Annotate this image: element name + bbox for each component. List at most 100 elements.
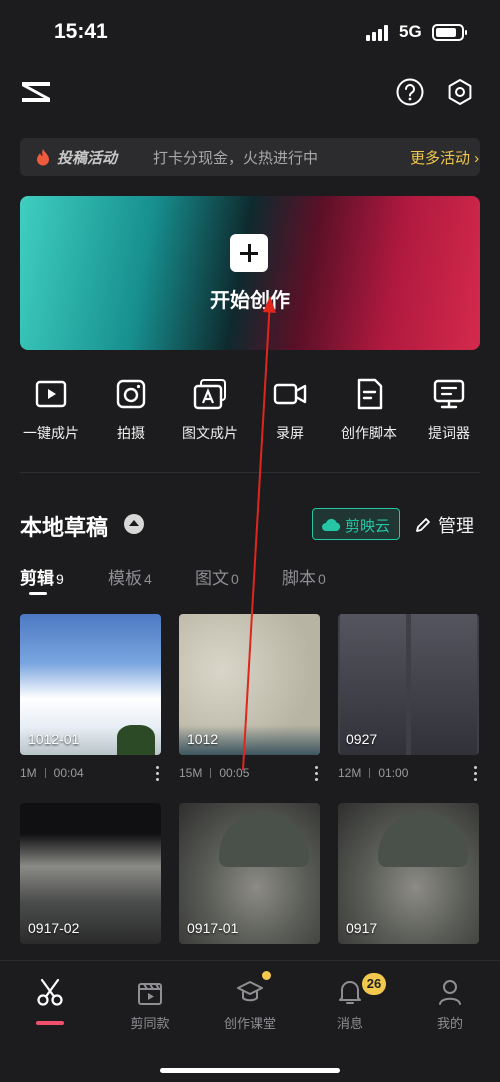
home-indicator — [160, 1068, 340, 1073]
tab-name: 模板 — [108, 569, 142, 588]
draft-size: 1M — [20, 766, 37, 780]
draft-meta: 1M 00:04 — [20, 766, 84, 780]
tool-label: 图文成片 — [182, 425, 238, 441]
thumbnail-image — [411, 614, 477, 755]
battery-icon — [432, 24, 467, 41]
draft-thumbnail[interactable]: 0917-01 — [179, 803, 320, 944]
profile-icon — [439, 980, 461, 1005]
tab-template[interactable]: 模板 4 — [108, 564, 152, 594]
cloud-storage-button[interactable]: 剪映云 — [312, 508, 400, 540]
draft-name: 1012 — [187, 731, 219, 747]
collapse-arrow-icon[interactable] — [124, 514, 144, 534]
draft-name: 0917-01 — [187, 920, 239, 936]
draft-meta: 12M 01:00 — [338, 766, 408, 780]
tool-one-click[interactable]: 一键成片 — [9, 376, 93, 446]
nav-profile[interactable]: 我的 — [400, 977, 500, 1049]
draft-name: 0927 — [346, 731, 378, 747]
local-drafts-title: 本地草稿 — [20, 515, 109, 540]
more-activities-link[interactable]: 更多活动 › — [410, 147, 479, 168]
tool-label: 录屏 — [276, 425, 304, 441]
nav-classroom[interactable]: 创作课堂 — [200, 977, 300, 1049]
draft-thumbnail[interactable]: 0917 — [338, 803, 479, 944]
tool-screen-record[interactable]: 录屏 — [248, 376, 332, 446]
draft-name: 1012-01 — [28, 731, 80, 747]
draft-size: 12M — [338, 766, 362, 780]
draft-meta: 15M 00:05 — [179, 766, 249, 780]
nav-templates[interactable]: 剪同款 — [100, 977, 200, 1049]
tab-count: 0 — [231, 571, 239, 587]
graduation-cap-icon — [237, 981, 263, 1002]
cloud-label: 剪映云 — [345, 518, 391, 535]
manage-button[interactable]: 管理 — [412, 510, 482, 538]
cloud-icon — [322, 518, 341, 531]
tool-script[interactable]: 创作脚本 — [327, 376, 411, 446]
more-options-icon[interactable] — [314, 766, 320, 782]
tool-label: 一键成片 — [23, 425, 79, 441]
promo-banner[interactable]: 投稿活动 打卡分现金，火热进行中 更多活动 › — [20, 138, 480, 176]
status-time: 15:41 — [54, 20, 108, 43]
tool-label: 创作脚本 — [341, 425, 397, 441]
divider — [20, 472, 480, 473]
tab-edit[interactable]: 剪辑 9 — [20, 564, 64, 594]
thumbnail-image — [219, 811, 309, 867]
draft-size: 15M — [179, 766, 203, 780]
tab-count: 4 — [144, 571, 152, 587]
status-bar: 15:41 5G — [0, 0, 500, 66]
draft-name: 0917-02 — [28, 920, 80, 936]
tab-name: 脚本 — [282, 569, 316, 588]
promo-tag: 投稿活动 — [57, 150, 118, 167]
draft-thumbnail[interactable]: 0917-02 — [20, 803, 161, 944]
edit-pencil-icon — [416, 518, 430, 532]
active-tab-indicator — [29, 592, 47, 595]
tab-script[interactable]: 脚本 0 — [282, 564, 326, 594]
teleprompter-icon — [433, 379, 465, 409]
script-icon — [357, 378, 383, 410]
play-square-icon — [35, 380, 67, 408]
nav-active-indicator — [36, 1021, 64, 1025]
template-clapper-icon — [138, 983, 162, 1005]
nav-label: 消息 — [336, 1016, 363, 1031]
tool-label: 拍摄 — [117, 425, 145, 441]
draft-thumbnail[interactable]: 0927 — [338, 614, 479, 755]
nav-edit[interactable] — [0, 977, 100, 1049]
tab-count: 9 — [56, 571, 64, 587]
tab-image-text[interactable]: 图文 0 — [195, 564, 239, 594]
thumbnail-image — [378, 811, 468, 867]
tool-label: 提词器 — [428, 425, 470, 441]
nav-label: 剪同款 — [130, 1016, 170, 1031]
tool-teleprompter[interactable]: 提词器 — [407, 376, 491, 446]
nav-label: 我的 — [436, 1016, 463, 1031]
draft-duration: 00:05 — [219, 766, 250, 780]
bell-icon — [339, 981, 361, 1004]
text-to-video-icon — [193, 379, 226, 410]
scissors-icon — [37, 978, 63, 1006]
message-count-badge: 26 — [362, 973, 386, 995]
plus-icon — [230, 234, 268, 272]
cellular-signal-icon — [366, 25, 392, 41]
draft-duration: 01:00 — [378, 766, 409, 780]
tool-shoot[interactable]: 拍摄 — [89, 376, 173, 446]
manage-label: 管理 — [438, 516, 474, 536]
tool-text-to-video[interactable]: 图文成片 — [168, 376, 252, 446]
draft-thumbnail[interactable]: 1012-01 — [20, 614, 161, 755]
draft-thumbnail[interactable]: 1012 — [179, 614, 320, 755]
help-icon[interactable] — [395, 77, 425, 107]
draft-name: 0917 — [346, 920, 378, 936]
tab-name: 图文 — [195, 569, 229, 588]
start-creating-card[interactable]: 开始创作 — [20, 196, 480, 350]
video-record-icon — [273, 383, 307, 405]
bottom-navigation: 剪同款 创作课堂 消息 26 我的 — [0, 960, 500, 1082]
network-type: 5G — [399, 22, 422, 41]
capcut-logo-icon — [22, 82, 50, 102]
fire-icon — [37, 149, 49, 166]
start-creating-label: 开始创作 — [210, 290, 290, 312]
thumbnail-image — [117, 725, 155, 755]
camera-icon — [116, 379, 146, 409]
more-options-icon[interactable] — [473, 766, 479, 782]
settings-hexagon-icon[interactable] — [445, 77, 475, 107]
draft-duration: 00:04 — [53, 766, 84, 780]
promo-text: 打卡分现金，火热进行中 — [153, 150, 319, 167]
notification-dot — [262, 971, 271, 980]
tab-count: 0 — [318, 571, 326, 587]
more-options-icon[interactable] — [155, 766, 161, 782]
